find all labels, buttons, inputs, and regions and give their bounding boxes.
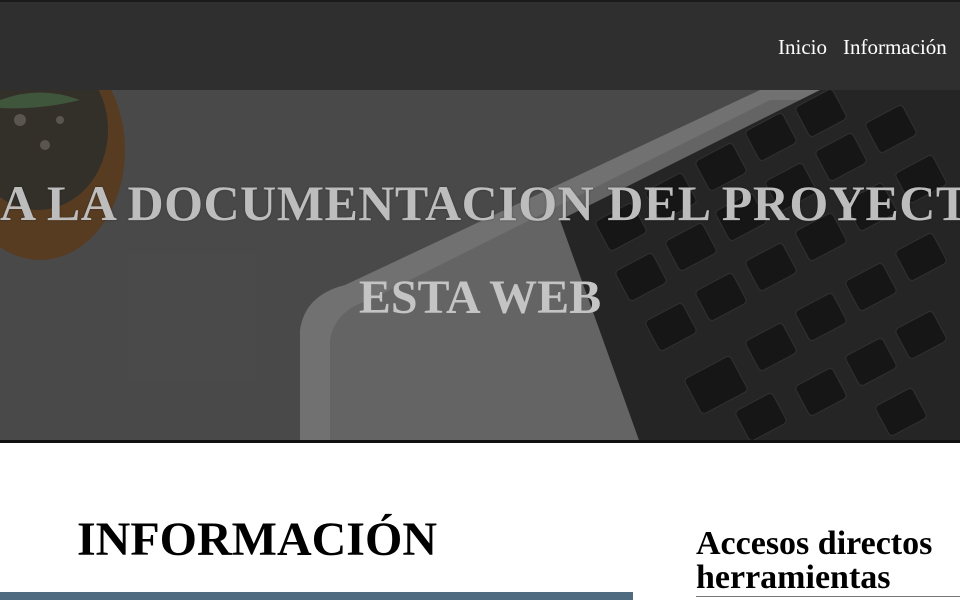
sidebar-heading: Accesos directos herramientas [696,525,933,596]
hero-banner: A LA DOCUMENTACION DEL PROYECTO ESTA WEB [0,90,960,443]
info-panel-bar [0,592,633,600]
sidebar-divider [696,596,960,597]
main-nav: Inicio Información [778,35,960,60]
hero-title: A LA DOCUMENTACION DEL PROYECTO [0,175,960,231]
nav-link-informacion[interactable]: Información [843,35,947,59]
nav-link-inicio[interactable]: Inicio [778,35,827,59]
info-heading: INFORMACIÓN [77,513,437,566]
hero-subtitle: ESTA WEB [358,271,602,324]
top-navbar: Inicio Información [0,0,960,90]
hero-overlay [0,90,960,440]
